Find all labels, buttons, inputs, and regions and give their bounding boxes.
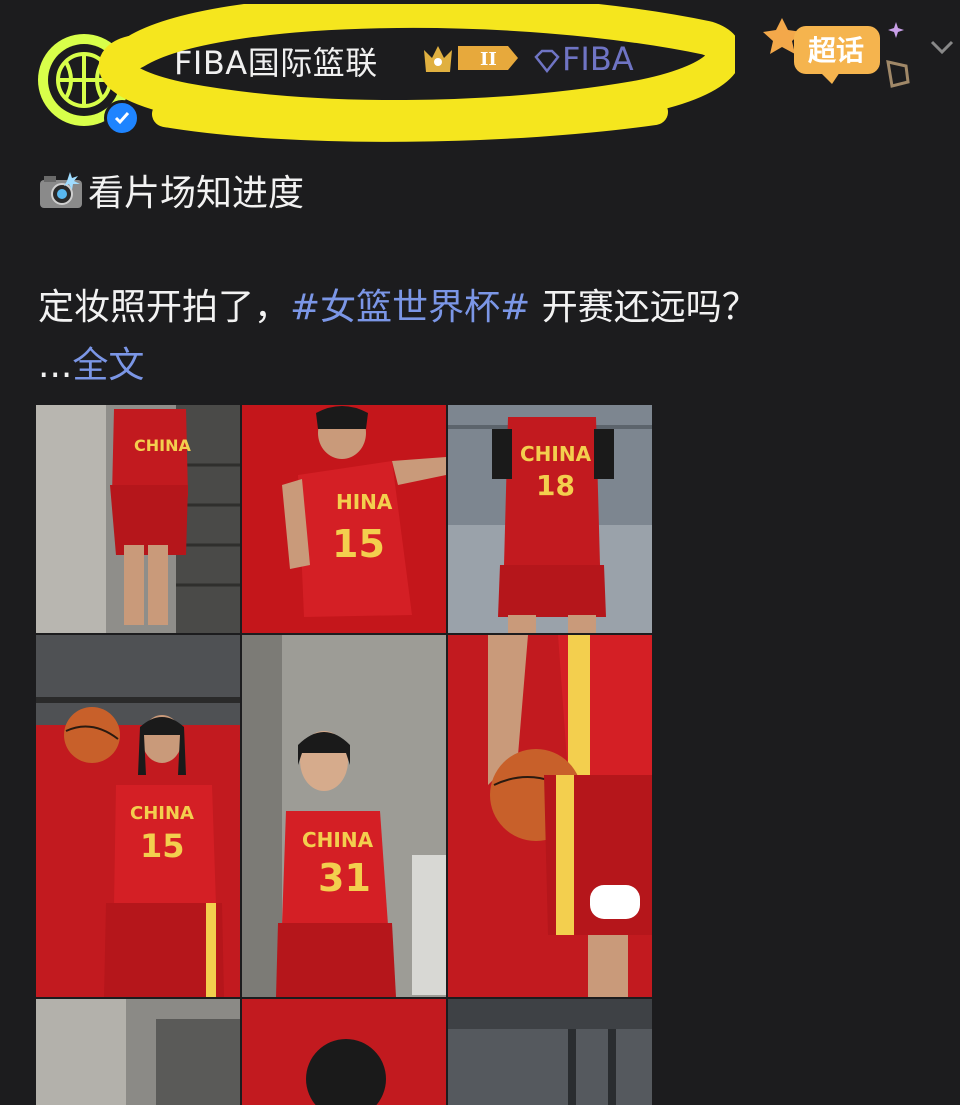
verified-badge-icon: [104, 100, 140, 136]
fiba-tag[interactable]: FIBA: [532, 40, 634, 78]
hashtag-link[interactable]: #女篮世界杯#: [290, 287, 530, 328]
supertopic-badge-icon: 超话: [763, 18, 910, 88]
crown-level-badge-icon: II: [424, 46, 518, 72]
post-line2-prefix: 定妆照开拍了，: [38, 287, 291, 328]
crown-level-text: II: [480, 49, 497, 70]
post-text-line3: ...全文: [38, 336, 144, 388]
photo-3-jersey-text: CHINA: [520, 442, 592, 466]
photo-4-jersey-number: 15: [140, 827, 185, 865]
username[interactable]: FIBA国际篮联: [174, 38, 378, 84]
photo-5-jersey-number: 31: [318, 856, 371, 900]
photo-5[interactable]: CHINA 31: [242, 635, 446, 997]
ellipsis: ...: [38, 345, 73, 386]
photo-1[interactable]: CHINA: [36, 405, 240, 633]
camera-flash-icon: [40, 172, 82, 208]
chevron-down-icon[interactable]: [928, 38, 956, 58]
post-header: FIBA国际篮联 II FIBA 来自 微博网页版 超话: [0, 0, 960, 150]
photo-4[interactable]: CHINA 15: [36, 635, 240, 997]
fiba-tag-label: FIBA: [562, 40, 634, 78]
photo-8[interactable]: [242, 999, 446, 1105]
post-text-line2: 定妆照开拍了，#女篮世界杯# 开赛还远吗？: [38, 278, 758, 330]
post-source: 来自 微博网页版: [180, 98, 356, 126]
supertopic-button[interactable]: 超话: [760, 14, 920, 94]
supertopic-label: 超话: [808, 34, 864, 67]
post-text-line1: 看片场知进度: [38, 164, 304, 216]
full-text-link[interactable]: 全文: [72, 345, 144, 386]
photo-4-jersey-text: CHINA: [130, 803, 194, 824]
post-line2-suffix: 开赛还远吗？: [530, 287, 758, 328]
photo-2[interactable]: HINA 15: [242, 405, 446, 633]
photo-9[interactable]: [448, 999, 652, 1105]
photo-grid: CHINA HINA 15 CHINA 18 CHINA 15 CHINA 31: [36, 405, 652, 1105]
photo-5-jersey-text: CHINA: [302, 828, 374, 852]
photo-2-jersey-number: 15: [332, 522, 385, 566]
photo-7[interactable]: [36, 999, 240, 1105]
post-line1-text: 看片场知进度: [88, 173, 305, 214]
photo-6[interactable]: [448, 635, 652, 997]
diamond-icon: [534, 49, 560, 74]
photo-3-jersey-number: 18: [536, 469, 575, 502]
photo-2-jersey-text: HINA: [336, 490, 393, 514]
photo-1-jersey-text: CHINA: [134, 436, 191, 455]
photo-3[interactable]: CHINA 18: [448, 405, 652, 633]
